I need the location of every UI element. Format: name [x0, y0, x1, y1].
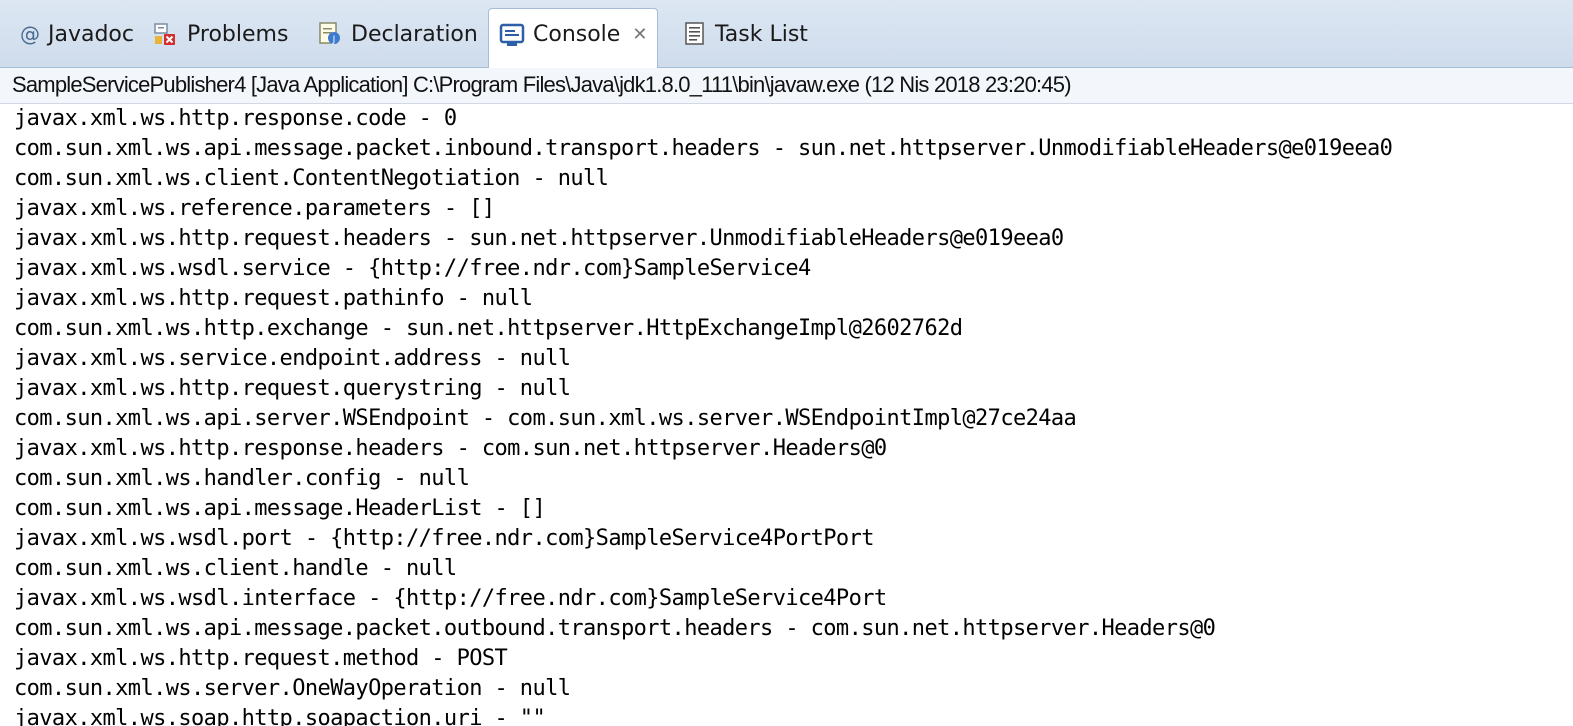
tab-javadoc[interactable]: @ Javadoc [20, 10, 134, 58]
console-line: javax.xml.ws.wsdl.service - {http://free… [14, 256, 811, 281]
close-icon[interactable]: ✕ [632, 24, 647, 45]
tab-label: Task List [715, 21, 808, 47]
console-line: com.sun.xml.ws.http.exchange - sun.net.h… [14, 316, 963, 341]
console-line: com.sun.xml.ws.client.ContentNegotiation… [14, 166, 609, 191]
console-line: javax.xml.ws.wsdl.port - {http://free.nd… [14, 526, 874, 551]
console-line: com.sun.xml.ws.api.message.HeaderList - … [14, 496, 546, 521]
console-icon [499, 22, 525, 48]
tab-declaration[interactable]: J Declaration [317, 10, 478, 58]
console-line: com.sun.xml.ws.server.OneWayOperation - … [14, 676, 571, 701]
tab-label: Javadoc [48, 21, 134, 47]
console-line: com.sun.xml.ws.client.handle - null [14, 556, 457, 581]
console-line: javax.xml.ws.http.response.headers - com… [14, 436, 887, 461]
console-output[interactable]: javax.xml.ws.http.response.code - 0 com.… [0, 104, 1573, 726]
console-line: javax.xml.ws.service.endpoint.address - … [14, 346, 571, 371]
tab-console[interactable]: Console ✕ [488, 8, 659, 68]
console-line: com.sun.xml.ws.api.message.packet.outbou… [14, 616, 1216, 641]
console-line: javax.xml.ws.http.request.pathinfo - nul… [14, 286, 533, 311]
console-line: javax.xml.ws.http.response.code - 0 [14, 106, 457, 131]
console-line: com.sun.xml.ws.api.server.WSEndpoint - c… [14, 406, 1077, 431]
task-list-icon [683, 21, 707, 47]
tab-label: Declaration [351, 21, 478, 47]
tab-label: Console [533, 22, 621, 47]
tab-problems[interactable]: Problems [153, 10, 288, 58]
console-line: javax.xml.ws.http.request.method - POST [14, 646, 508, 671]
console-line: javax.xml.ws.http.request.headers - sun.… [14, 226, 1064, 251]
console-line: com.sun.xml.ws.handler.config - null [14, 466, 470, 491]
view-tab-bar: @ Javadoc Problems J Declaration Console… [0, 0, 1573, 68]
at-sign-icon: @ [20, 22, 40, 46]
declaration-icon: J [317, 21, 343, 47]
console-line: com.sun.xml.ws.api.message.packet.inboun… [14, 136, 1393, 161]
svg-text:J: J [332, 35, 336, 45]
tab-label: Problems [187, 21, 289, 47]
console-line: javax.xml.ws.reference.parameters - [] [14, 196, 495, 221]
console-line: javax.xml.ws.http.request.querystring - … [14, 376, 571, 401]
problems-icon [153, 21, 179, 47]
process-launch-info: SampleServicePublisher4 [Java Applicatio… [0, 68, 1573, 104]
console-line: javax.xml.ws.soap.http.soapaction.uri - … [14, 706, 546, 726]
console-line: javax.xml.ws.wsdl.interface - {http://fr… [14, 586, 887, 611]
tab-task-list[interactable]: Task List [683, 10, 808, 58]
